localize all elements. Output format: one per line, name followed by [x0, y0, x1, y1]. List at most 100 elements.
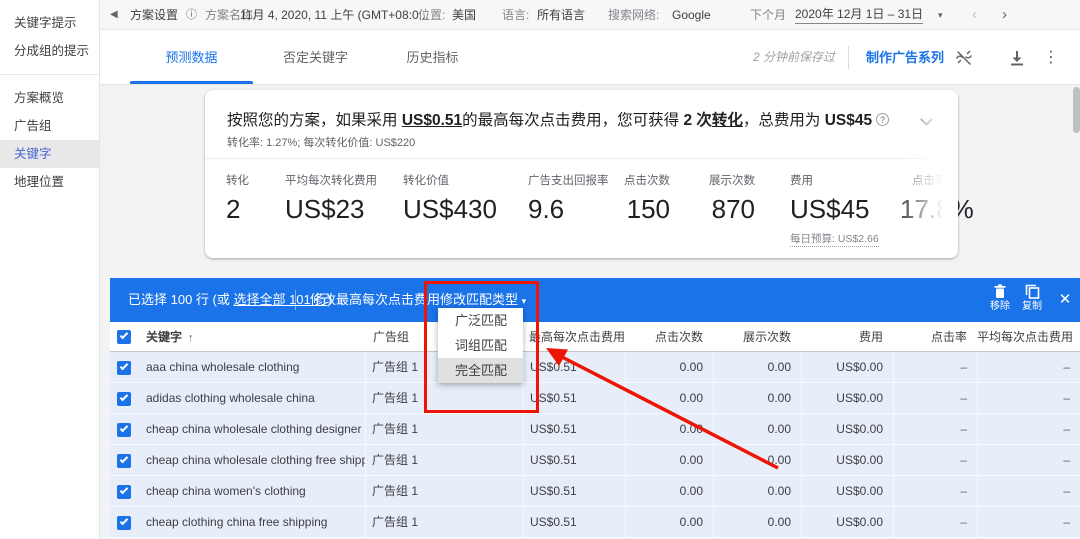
- metric-label: 转化价值: [403, 175, 449, 187]
- download-icon[interactable]: [1008, 49, 1026, 67]
- row-checkbox[interactable]: [117, 391, 131, 406]
- sidebar-item-grouped-ideas[interactable]: 分成组的提示: [0, 37, 99, 65]
- tab-bar: 预测数据 否定关键字 历史指标 2 分钟前保存过 制作广告系列 ⋮: [100, 30, 1080, 85]
- divider: [295, 290, 296, 310]
- forecast-summary-card: 按照您的方案，如果采用 US$0.51的最高每次点击费用，您可获得 2 次转化，…: [205, 90, 974, 258]
- back-arrow-icon[interactable]: ◀: [110, 0, 118, 30]
- create-campaign-button[interactable]: 制作广告系列: [866, 30, 944, 85]
- sidebar-item-keywords[interactable]: 关键字: [0, 140, 99, 168]
- metric-label: 费用: [790, 175, 813, 187]
- column-header-ctr[interactable]: 点击率: [893, 328, 977, 345]
- table-row[interactable]: cheap china wholesale clothing designer …: [110, 414, 1080, 445]
- headline-conversion-link[interactable]: 转化: [712, 112, 743, 129]
- sidebar-item-ad-groups[interactable]: 广告组: [0, 112, 99, 140]
- network-value[interactable]: Google: [672, 0, 711, 30]
- cost-cell: US$0.00: [801, 445, 893, 475]
- column-header-avg-cpc[interactable]: 平均每次点击费用: [977, 328, 1080, 345]
- tab-forecast[interactable]: 预测数据: [130, 30, 253, 85]
- max-cpc-cell[interactable]: US$0.51: [523, 507, 625, 537]
- max-cpc-cell[interactable]: US$0.51: [523, 352, 625, 382]
- sidebar-item-plan-overview[interactable]: 方案概览: [0, 84, 99, 112]
- column-header-max-cpc[interactable]: 最高每次点击费用: [523, 328, 625, 345]
- column-header-cost[interactable]: 费用: [801, 328, 893, 345]
- ctr-cell: –: [893, 476, 977, 506]
- avg-cpc-cell: –: [977, 352, 1080, 382]
- menu-item-broad-match[interactable]: 广泛匹配: [438, 308, 523, 333]
- date-caret-down-icon[interactable]: ▾: [938, 0, 943, 30]
- column-header-keyword[interactable]: 关键字 ↑: [140, 328, 365, 345]
- clicks-cell: 0.00: [625, 352, 713, 382]
- avg-cpc-cell: –: [977, 445, 1080, 475]
- location-label: 位置:: [418, 8, 446, 22]
- column-header-impressions[interactable]: 展示次数: [713, 328, 801, 345]
- cost-cell: US$0.00: [801, 383, 893, 413]
- metric-value: US$430: [403, 194, 497, 224]
- plan-settings-label[interactable]: 方案设置: [130, 0, 178, 30]
- menu-item-phrase-match[interactable]: 词组匹配: [438, 333, 523, 358]
- table-body: aaa china wholesale clothing 广告组 1 US$0.…: [110, 352, 1080, 539]
- prev-period-chevron-icon[interactable]: ‹: [972, 0, 977, 30]
- headline-cost-value: US$45: [824, 112, 873, 129]
- keyword-cell: cheap clothing china free shipping: [146, 515, 328, 529]
- max-cpc-cell[interactable]: US$0.51: [523, 414, 625, 444]
- avg-cpc-cell: –: [977, 383, 1080, 413]
- unlink-icon[interactable]: [955, 49, 973, 67]
- table-header: 关键字 ↑ 广告组 最高每次点击费用 点击次数 展示次数 费用 点击率 平均每次点…: [110, 322, 1080, 352]
- remove-button[interactable]: 移除: [983, 284, 1017, 313]
- ad-group-cell: 广告组 1: [365, 507, 523, 537]
- copy-button[interactable]: 复制: [1015, 284, 1049, 313]
- daily-budget-note[interactable]: 每日预算: US$2.66: [790, 231, 879, 247]
- divider: [205, 158, 958, 159]
- row-checkbox[interactable]: [117, 453, 131, 468]
- row-checkbox[interactable]: [117, 484, 131, 499]
- table-row[interactable]: aaa china wholesale clothing 广告组 1 US$0.…: [110, 352, 1080, 383]
- tab-negative-keywords[interactable]: 否定关键字: [253, 30, 378, 85]
- save-status: 2 分钟前保存过: [753, 50, 836, 64]
- date-range-selector[interactable]: 2020年 12月 1日 – 31日: [795, 6, 924, 24]
- row-checkbox[interactable]: [117, 422, 131, 437]
- sidebar-item-keyword-ideas[interactable]: 关键字提示: [0, 9, 99, 37]
- max-cpc-cell[interactable]: US$0.51: [523, 445, 625, 475]
- edit-max-cpc-button[interactable]: 修改最高每次点击费用: [310, 278, 440, 322]
- headline-cpc-value[interactable]: US$0.51: [402, 112, 462, 129]
- ctr-cell: –: [893, 352, 977, 382]
- table-row[interactable]: cheap clothing china free shipping 广告组 1…: [110, 507, 1080, 538]
- cost-cell: US$0.00: [801, 414, 893, 444]
- clicks-cell: 0.00: [625, 476, 713, 506]
- remove-label: 移除: [990, 301, 1010, 312]
- close-toolbar-icon[interactable]: ✕: [1050, 278, 1080, 322]
- table-row[interactable]: cheap china wholesale clothing free ship…: [110, 445, 1080, 476]
- max-cpc-cell[interactable]: US$0.51: [523, 383, 625, 413]
- more-options-kebab-icon[interactable]: ⋮: [1042, 49, 1060, 67]
- table-row[interactable]: cheap china women's clothing 广告组 1 US$0.…: [110, 476, 1080, 507]
- max-cpc-cell[interactable]: US$0.51: [523, 476, 625, 506]
- language-value[interactable]: 所有语言: [537, 0, 585, 30]
- active-tab-underline: [130, 81, 253, 84]
- next-period-chevron-icon[interactable]: ›: [1002, 0, 1007, 30]
- location-value[interactable]: 美国: [452, 0, 476, 30]
- metric-label: 平均每次转化费用: [285, 175, 377, 187]
- plan-name-value[interactable]: 11月 4, 2020, 11 上午 (GMT+08:0...: [240, 0, 429, 30]
- menu-item-exact-match[interactable]: 完全匹配: [438, 358, 523, 383]
- table-row[interactable]: adidas clothing wholesale china 广告组 1 US…: [110, 383, 1080, 414]
- info-icon[interactable]: ⓘ: [186, 0, 197, 30]
- column-header-clicks[interactable]: 点击次数: [625, 328, 713, 345]
- network-label: 搜索网络:: [608, 8, 660, 22]
- clicks-cell: 0.00: [625, 414, 713, 444]
- sidebar-nav: 关键字提示 分成组的提示 方案概览 广告组 关键字 地理位置: [0, 0, 100, 539]
- sidebar-item-locations[interactable]: 地理位置: [0, 168, 99, 196]
- keyword-cell: cheap china wholesale clothing designer: [146, 422, 362, 436]
- keyword-cell: adidas clothing wholesale china: [146, 391, 315, 405]
- row-checkbox[interactable]: [117, 515, 131, 530]
- row-checkbox[interactable]: [117, 360, 131, 375]
- selection-count-text: 已选择 100 行 (或 选择全部 101 行): [128, 292, 332, 307]
- select-all-checkbox[interactable]: [110, 321, 140, 352]
- cost-cell: US$0.00: [801, 507, 893, 537]
- vertical-scrollbar-thumb[interactable]: [1073, 87, 1080, 133]
- metric-impressions: 展示次数 870: [675, 172, 755, 225]
- metric-value: US$45: [790, 194, 870, 224]
- impressions-cell: 0.00: [713, 352, 801, 382]
- help-icon[interactable]: ?: [876, 113, 890, 126]
- tab-historical-metrics[interactable]: 历史指标: [385, 30, 480, 85]
- scroll-fade-overlay: [892, 90, 958, 258]
